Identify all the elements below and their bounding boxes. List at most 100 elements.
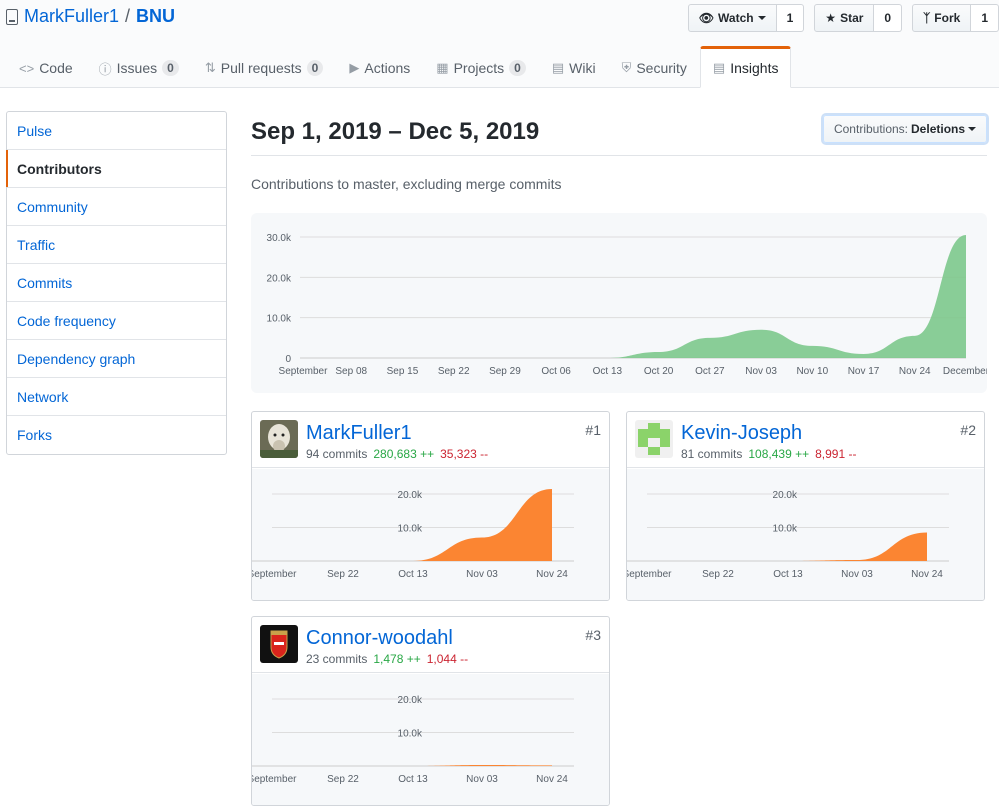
contributor-graph[interactable]: 20.0k 10.0k September Sep 22 Oct 13 Nov 03 Nov… <box>627 469 984 600</box>
repo-header: MarkFuller1 / BNU 👁 Watch 1 ★ Star 0 ᛉ F… <box>0 0 999 88</box>
arsenal-badge-avatar[interactable] <box>260 625 298 663</box>
tab-code-label: Code <box>39 60 73 76</box>
sidebar-item-contributors[interactable]: Contributors <box>6 150 226 188</box>
repo-title: MarkFuller1 / BNU <box>6 6 175 27</box>
tab-actions-label: Actions <box>364 60 411 76</box>
watch-count[interactable]: 1 <box>776 4 805 32</box>
watch-button[interactable]: 👁 Watch <box>687 4 777 32</box>
contributor-rank: #2 <box>960 422 976 438</box>
x-tick-label: Oct 13 <box>593 366 623 377</box>
star-group: ★ Star 0 <box>814 4 903 32</box>
commits-link[interactable]: 94 commits <box>306 447 367 461</box>
repo-nav: <> Code ⓘ Issues 0 ⇅ Pull requests 0 ▶ A… <box>6 46 792 88</box>
sidebar-item-commits[interactable]: Commits <box>7 264 226 302</box>
pull-requests-counter: 0 <box>306 60 324 76</box>
tab-security-label: Security <box>636 60 687 76</box>
sidebar-item-community[interactable]: Community <box>7 188 226 226</box>
commits-link[interactable]: 23 commits <box>306 652 367 666</box>
x-tick-label: Sep 22 <box>327 774 359 785</box>
contributor-stats: 23 commits 1,478 ++ 1,044 -- <box>306 652 468 666</box>
x-tick-label: Nov 10 <box>796 366 828 377</box>
deletions-count: 35,323 -- <box>440 447 489 461</box>
contributions-select-value: Deletions <box>911 122 966 136</box>
x-tick-label: Nov 03 <box>745 366 777 377</box>
sidebar-item-pulse[interactable]: Pulse <box>7 112 226 150</box>
contributor-chart-svg: 20.0k 10.0k September Sep 22 Oct 13 Nov 03 Nov… <box>627 490 949 580</box>
deletions-count: 1,044 -- <box>426 652 469 666</box>
additions-count: 108,439 ++ <box>748 447 810 461</box>
contributor-chart-svg: 20.0k 10.0k September Sep 22 Oct 13 Nov 03 Nov… <box>252 695 574 785</box>
main-chart-svg: 0 10.0k 20.0k 30.0k September Sep 08 Sep 15 Sep… <box>267 233 990 377</box>
contributor-name-link[interactable]: MarkFuller1 <box>306 422 412 445</box>
y-tick-label: 20.0k <box>267 273 292 284</box>
y-tick-label: 20.0k <box>398 490 423 501</box>
tab-code[interactable]: <> Code <box>6 46 86 88</box>
tab-actions[interactable]: ▶ Actions <box>336 46 423 88</box>
contributor-graph[interactable]: 20.0k 10.0k September Sep 22 Oct 13 Nov 03 Nov… <box>252 674 609 805</box>
y-tick-label: 10.0k <box>773 524 798 535</box>
x-tick-label: September <box>252 569 297 580</box>
deletions-count: 8,991 -- <box>815 447 857 461</box>
x-tick-label: Sep 22 <box>327 569 359 580</box>
fork-count[interactable]: 1 <box>971 4 999 32</box>
tab-security[interactable]: ⛨ Security <box>609 46 700 88</box>
contributor-chart-svg: 20.0k 10.0k September Sep 22 Oct 13 Nov 03 Nov… <box>252 489 574 580</box>
y-tick-label: 10.0k <box>398 524 423 535</box>
sidebar-item-code-frequency[interactable]: Code frequency <box>7 302 226 340</box>
issue-icon: ⓘ <box>98 61 112 77</box>
sidebar-item-forks[interactable]: Forks <box>7 416 226 454</box>
x-tick-label: September <box>279 366 329 377</box>
deletions-area <box>647 532 927 561</box>
sidebar-item-network[interactable]: Network <box>7 378 226 416</box>
x-tick-label: Sep 08 <box>335 366 367 377</box>
tab-issues[interactable]: ⓘ Issues 0 <box>86 46 192 88</box>
x-tick-label: Nov 03 <box>841 569 873 580</box>
y-tick-label: 10.0k <box>267 314 292 325</box>
contributions-subtitle: Contributions to master, excluding merge… <box>251 176 562 192</box>
contributor-rank: #1 <box>585 422 601 438</box>
identicon-avatar[interactable] <box>635 420 673 458</box>
x-tick-label: Oct 06 <box>541 366 571 377</box>
tab-projects-label: Projects <box>453 60 505 76</box>
fork-icon: ᛉ <box>923 11 931 25</box>
projects-counter: 0 <box>509 60 526 76</box>
sidebar-item-traffic[interactable]: Traffic <box>7 226 226 264</box>
x-tick-label: December <box>943 366 987 377</box>
commits-link[interactable]: 81 commits <box>681 447 742 461</box>
contributions-type-select[interactable]: Contributions: Deletions <box>823 115 987 143</box>
x-tick-label: Oct 13 <box>398 774 428 785</box>
tab-projects[interactable]: ▦ Projects 0 <box>423 46 539 88</box>
sidebar-item-dependency-graph[interactable]: Dependency graph <box>7 340 226 378</box>
star-button[interactable]: ★ Star <box>814 4 875 32</box>
contributor-stats: 81 commits 108,439 ++ 8,991 -- <box>681 447 856 461</box>
main-contributions-graph[interactable]: 0 10.0k 20.0k 30.0k September Sep 08 Sep 15 Sep… <box>251 213 990 393</box>
contributor-card: Kevin-Joseph 81 commits 108,439 ++ 8,991… <box>626 411 985 601</box>
x-tick-label: Nov 17 <box>848 366 880 377</box>
tab-pull-requests[interactable]: ⇅ Pull requests 0 <box>192 46 337 88</box>
repo-owner-link[interactable]: MarkFuller1 <box>24 6 119 27</box>
star-count[interactable]: 0 <box>874 4 903 32</box>
contributor-graph[interactable]: 20.0k 10.0k September Sep 22 Oct 13 Nov 03 Nov… <box>252 469 609 600</box>
pull-request-icon: ⇅ <box>204 60 216 75</box>
contributor-header: Kevin-Joseph 81 commits 108,439 ++ 8,991… <box>627 412 984 468</box>
repo-separator: / <box>125 6 131 26</box>
x-tick-label: Nov 24 <box>536 569 568 580</box>
tab-insights[interactable]: ▤ Insights <box>699 46 792 88</box>
repo-name-link[interactable]: BNU <box>136 6 175 27</box>
y-tick-label: 20.0k <box>773 490 798 501</box>
x-tick-label: September <box>627 569 672 580</box>
contributor-name-link[interactable]: Connor-woodahl <box>306 627 453 650</box>
tab-wiki[interactable]: ▤ Wiki <box>539 46 609 88</box>
graph-icon: ▤ <box>712 60 726 75</box>
contributor-card: Connor-woodahl 23 commits 1,478 ++ 1,044… <box>251 616 610 806</box>
fork-button[interactable]: ᛉ Fork <box>912 4 972 32</box>
chevron-down-icon <box>757 16 766 20</box>
contributor-header: Connor-woodahl 23 commits 1,478 ++ 1,044… <box>252 617 609 673</box>
play-icon: ▶ <box>349 60 360 75</box>
contributor-card: MarkFuller1 94 commits 280,683 ++ 35,323… <box>251 411 610 601</box>
contributor-header: MarkFuller1 94 commits 280,683 ++ 35,323… <box>252 412 609 468</box>
watch-group: 👁 Watch 1 <box>687 4 805 32</box>
alpaca-avatar[interactable] <box>260 420 298 458</box>
fork-group: ᛉ Fork 1 <box>912 4 999 32</box>
contributor-name-link[interactable]: Kevin-Joseph <box>681 422 802 445</box>
